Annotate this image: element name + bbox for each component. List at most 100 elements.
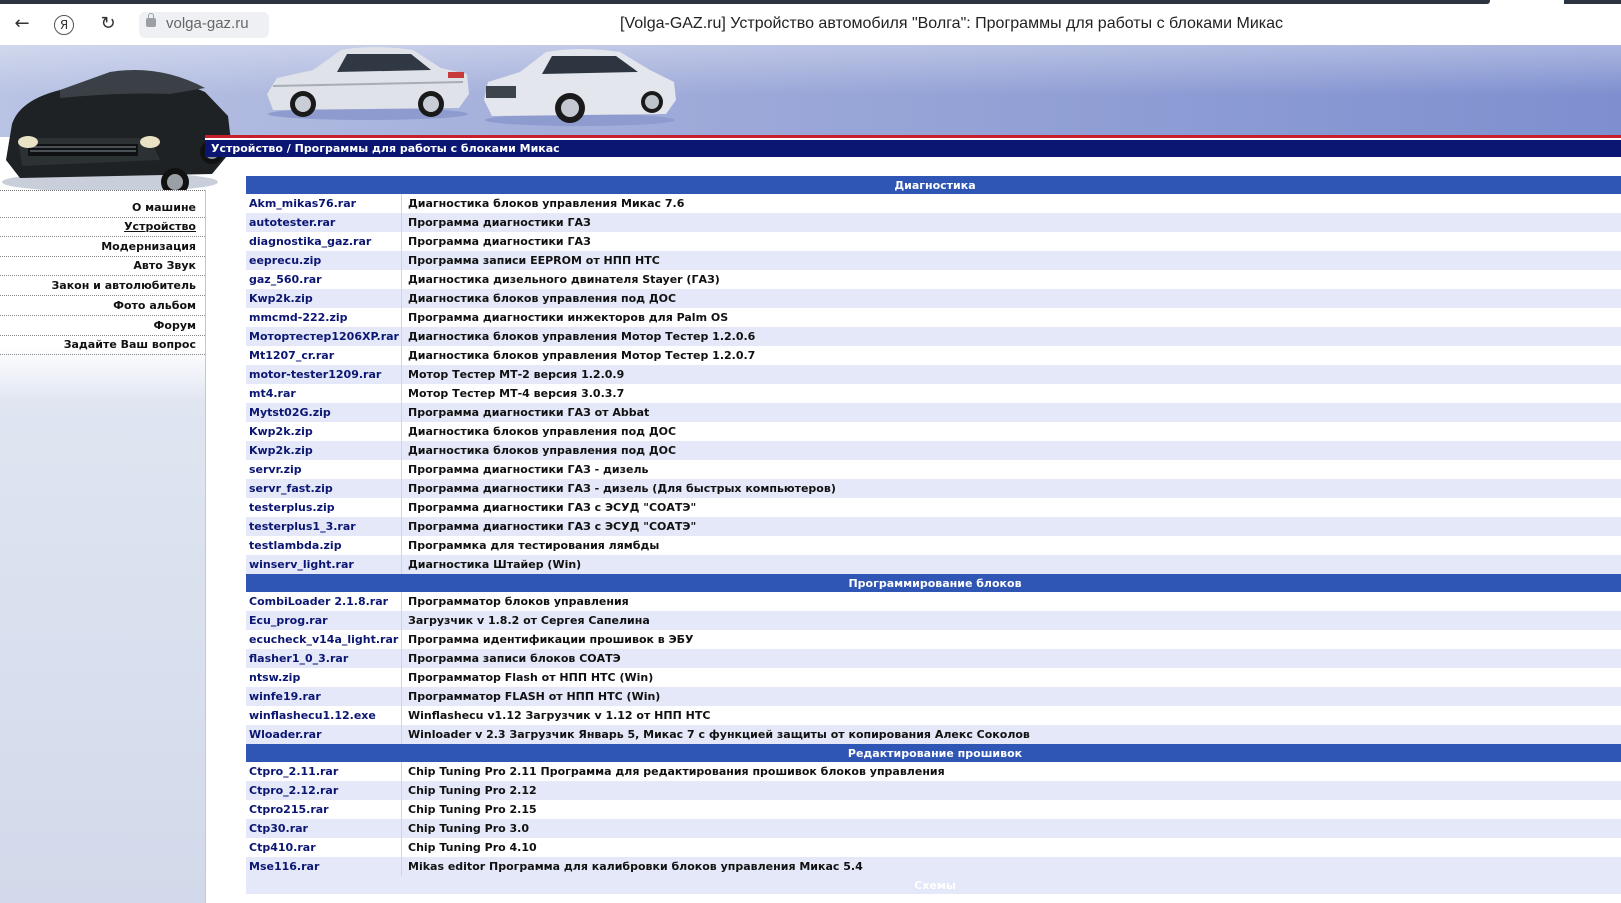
- sidebar-item-7[interactable]: Форум: [0, 316, 205, 336]
- file-description: Диагностика блоков управления под ДОС: [401, 441, 1621, 460]
- file-description: Диагностика блоков управления Мотор Тест…: [401, 327, 1621, 346]
- file-description: Программа диагностики ГАЗ с ЭСУД "СОАТЭ": [401, 517, 1621, 536]
- table-row: Ctpro215.rar Chip Tuning Pro 2.15: [246, 800, 1621, 819]
- table-row: winserv_light.rar Диагностика Штайер (Win…: [246, 555, 1621, 574]
- file-link[interactable]: Kwp2k.zip: [246, 422, 402, 441]
- table-row: servr.zip Программа диагностики ГАЗ - диз…: [246, 460, 1621, 479]
- banner-gloss: [0, 45, 1621, 95]
- file-description: Диагностика Штайер (Win): [401, 555, 1621, 574]
- file-link[interactable]: Мотортестер1206XP.rar: [246, 327, 402, 346]
- table-row: Akm_mikas76.rar Диагностика блоков управл…: [246, 194, 1621, 213]
- section-header: Схемы: [246, 876, 1621, 894]
- file-link[interactable]: flasher1_0_3.rar: [246, 649, 402, 668]
- section-header: Редактирование прошивок: [246, 744, 1621, 762]
- file-description: Winloader v 2.3 Загрузчик Январь 5, Мика…: [401, 725, 1621, 744]
- file-description: Программа записи блоков СОАТЭ: [401, 649, 1621, 668]
- file-description: Мотор Тестер МТ-4 версия 3.0.3.7: [408, 387, 625, 400]
- sidebar-item-8[interactable]: Задайте Ваш вопрос: [0, 335, 205, 355]
- sidebar-top-divider: [0, 190, 205, 193]
- section-title: Редактирование прошивок: [246, 744, 1621, 762]
- table-row: Ctpro_2.12.rar Chip Tuning Pro 2.12: [246, 781, 1621, 800]
- sidebar-item-label[interactable]: Закон и автолюбитель: [51, 279, 196, 292]
- file-link[interactable]: winfe19.rar: [246, 687, 402, 706]
- file-description: Программа диагностики инжекторов для Pal…: [408, 311, 729, 324]
- table-row: testlambda.zip Программка для тестировани…: [246, 536, 1621, 555]
- file-link[interactable]: Mt1207_cr.rar: [246, 346, 402, 365]
- table-row: servr_fast.zip Программа диагностики ГАЗ …: [246, 479, 1621, 498]
- file-link[interactable]: autotester.rar: [246, 213, 402, 232]
- tab-strip: [0, 0, 1490, 4]
- sidebar-item-label[interactable]: Задайте Ваш вопрос: [64, 338, 196, 351]
- tab-strip-right: [1564, 0, 1621, 4]
- file-link[interactable]: Ctpro_2.12.rar: [246, 781, 402, 800]
- file-link[interactable]: CombiLoader 2.1.8.rar: [246, 592, 402, 611]
- silver-volga-photo-2: [480, 42, 680, 127]
- sidebar-item-label[interactable]: Фото альбом: [113, 299, 196, 312]
- file-description: Программа записи EEPROM от НПП НТС: [401, 251, 1621, 270]
- sidebar-item-label[interactable]: Авто Звук: [133, 259, 196, 272]
- file-link[interactable]: winflashecu1.12.exe: [246, 706, 402, 725]
- file-link[interactable]: testerplus1_3.rar: [246, 517, 402, 536]
- sidebar-item-2[interactable]: Устройство: [0, 217, 205, 237]
- file-description: Chip Tuning Pro 2.12: [401, 781, 1621, 800]
- file-link[interactable]: winserv_light.rar: [246, 555, 402, 574]
- table-row: flasher1_0_3.rar Программа записи блоков …: [246, 649, 1621, 668]
- file-description: Программатор FLASH от НПП НТС (Win): [401, 687, 1621, 706]
- file-link[interactable]: Mytst02G.zip: [246, 403, 402, 422]
- sidebar-item-label[interactable]: Модернизация: [101, 240, 196, 253]
- sidebar-item-label[interactable]: О машине: [132, 201, 196, 214]
- sidebar-item-6[interactable]: Фото альбом: [0, 296, 205, 316]
- url-text[interactable]: volga-gaz.ru: [166, 15, 249, 32]
- file-description: Программа диагностики ГАЗ: [408, 235, 591, 248]
- file-link[interactable]: mt4.rar: [246, 384, 402, 403]
- back-arrow-icon[interactable]: ←: [10, 12, 34, 36]
- file-link[interactable]: Kwp2k.zip: [246, 289, 402, 308]
- file-link[interactable]: Kwp2k.zip: [246, 441, 402, 460]
- file-link[interactable]: Wloader.rar: [246, 725, 402, 744]
- file-link[interactable]: ecucheck_v14a_light.rar: [246, 630, 402, 649]
- sidebar-item-5[interactable]: Закон и автолюбитель: [0, 276, 205, 296]
- table-row: Ctp30.rar Chip Tuning Pro 3.0: [246, 819, 1621, 838]
- sidebar-divider: [205, 190, 206, 903]
- file-link[interactable]: Ctp30.rar: [246, 819, 402, 838]
- file-link[interactable]: testerplus.zip: [246, 498, 402, 517]
- lock-icon[interactable]: [146, 13, 156, 27]
- sidebar-item-4[interactable]: Авто Звук: [0, 256, 205, 276]
- file-link[interactable]: Ctp410.rar: [246, 838, 402, 857]
- file-link[interactable]: servr.zip: [246, 460, 402, 479]
- black-volga-photo: [0, 42, 240, 192]
- reload-icon[interactable]: ↻: [96, 12, 120, 36]
- file-description: Winflashecu v1.12 Загрузчик v 1.12 от НП…: [401, 706, 1621, 725]
- table-row: Kwp2k.zip Диагностика блоков управления п…: [246, 422, 1621, 441]
- file-description: Мотор Тестер МТ-2 версия 1.2.0.9: [401, 365, 1621, 384]
- section-title: Диагностика: [246, 176, 1621, 194]
- section-header: Диагностика: [246, 176, 1621, 194]
- yandex-home-icon[interactable]: Я: [54, 15, 74, 35]
- file-link[interactable]: Ctpro_2.11.rar: [246, 762, 402, 781]
- sidebar-item-label[interactable]: Форум: [153, 319, 196, 332]
- section-title: Программирование блоков: [246, 574, 1621, 592]
- file-link[interactable]: gaz_560.rar: [246, 270, 402, 289]
- file-link[interactable]: mmcmd-222.zip: [246, 308, 402, 327]
- sidebar-item-3[interactable]: Модернизация: [0, 237, 205, 257]
- file-link[interactable]: Akm_mikas76.rar: [246, 194, 402, 213]
- file-link[interactable]: servr_fast.zip: [246, 479, 402, 498]
- table-row: Wloader.rar Winloader v 2.3 Загрузчик Янв…: [246, 725, 1621, 744]
- file-link[interactable]: ntsw.zip: [246, 668, 402, 687]
- file-link[interactable]: testlambda.zip: [246, 536, 402, 555]
- table-row: diagnostika_gaz.rar Программа диагностики…: [246, 232, 1621, 251]
- file-link[interactable]: diagnostika_gaz.rar: [246, 232, 402, 251]
- sidebar-item-label[interactable]: Устройство: [124, 220, 196, 233]
- table-row: eeprecu.zip Программа записи EEPROM от НП…: [246, 251, 1621, 270]
- file-link[interactable]: Ctpro215.rar: [246, 800, 402, 819]
- file-link[interactable]: eeprecu.zip: [246, 251, 402, 270]
- file-description: Диагностика блоков управления под ДОС: [401, 289, 1621, 308]
- table-row: Ctp410.rar Chip Tuning Pro 4.10: [246, 838, 1621, 857]
- file-link[interactable]: Mse116.rar: [246, 857, 402, 876]
- file-link[interactable]: motor-tester1209.rar: [246, 365, 402, 384]
- file-link[interactable]: Ecu_prog.rar: [246, 611, 402, 630]
- site-banner: [0, 45, 1621, 137]
- table-row: Kwp2k.zip Диагностика блоков управления п…: [246, 289, 1621, 308]
- sidebar-item-1[interactable]: О машине: [0, 198, 205, 218]
- file-description: Программа диагностики ГАЗ от Abbat: [401, 403, 1621, 422]
